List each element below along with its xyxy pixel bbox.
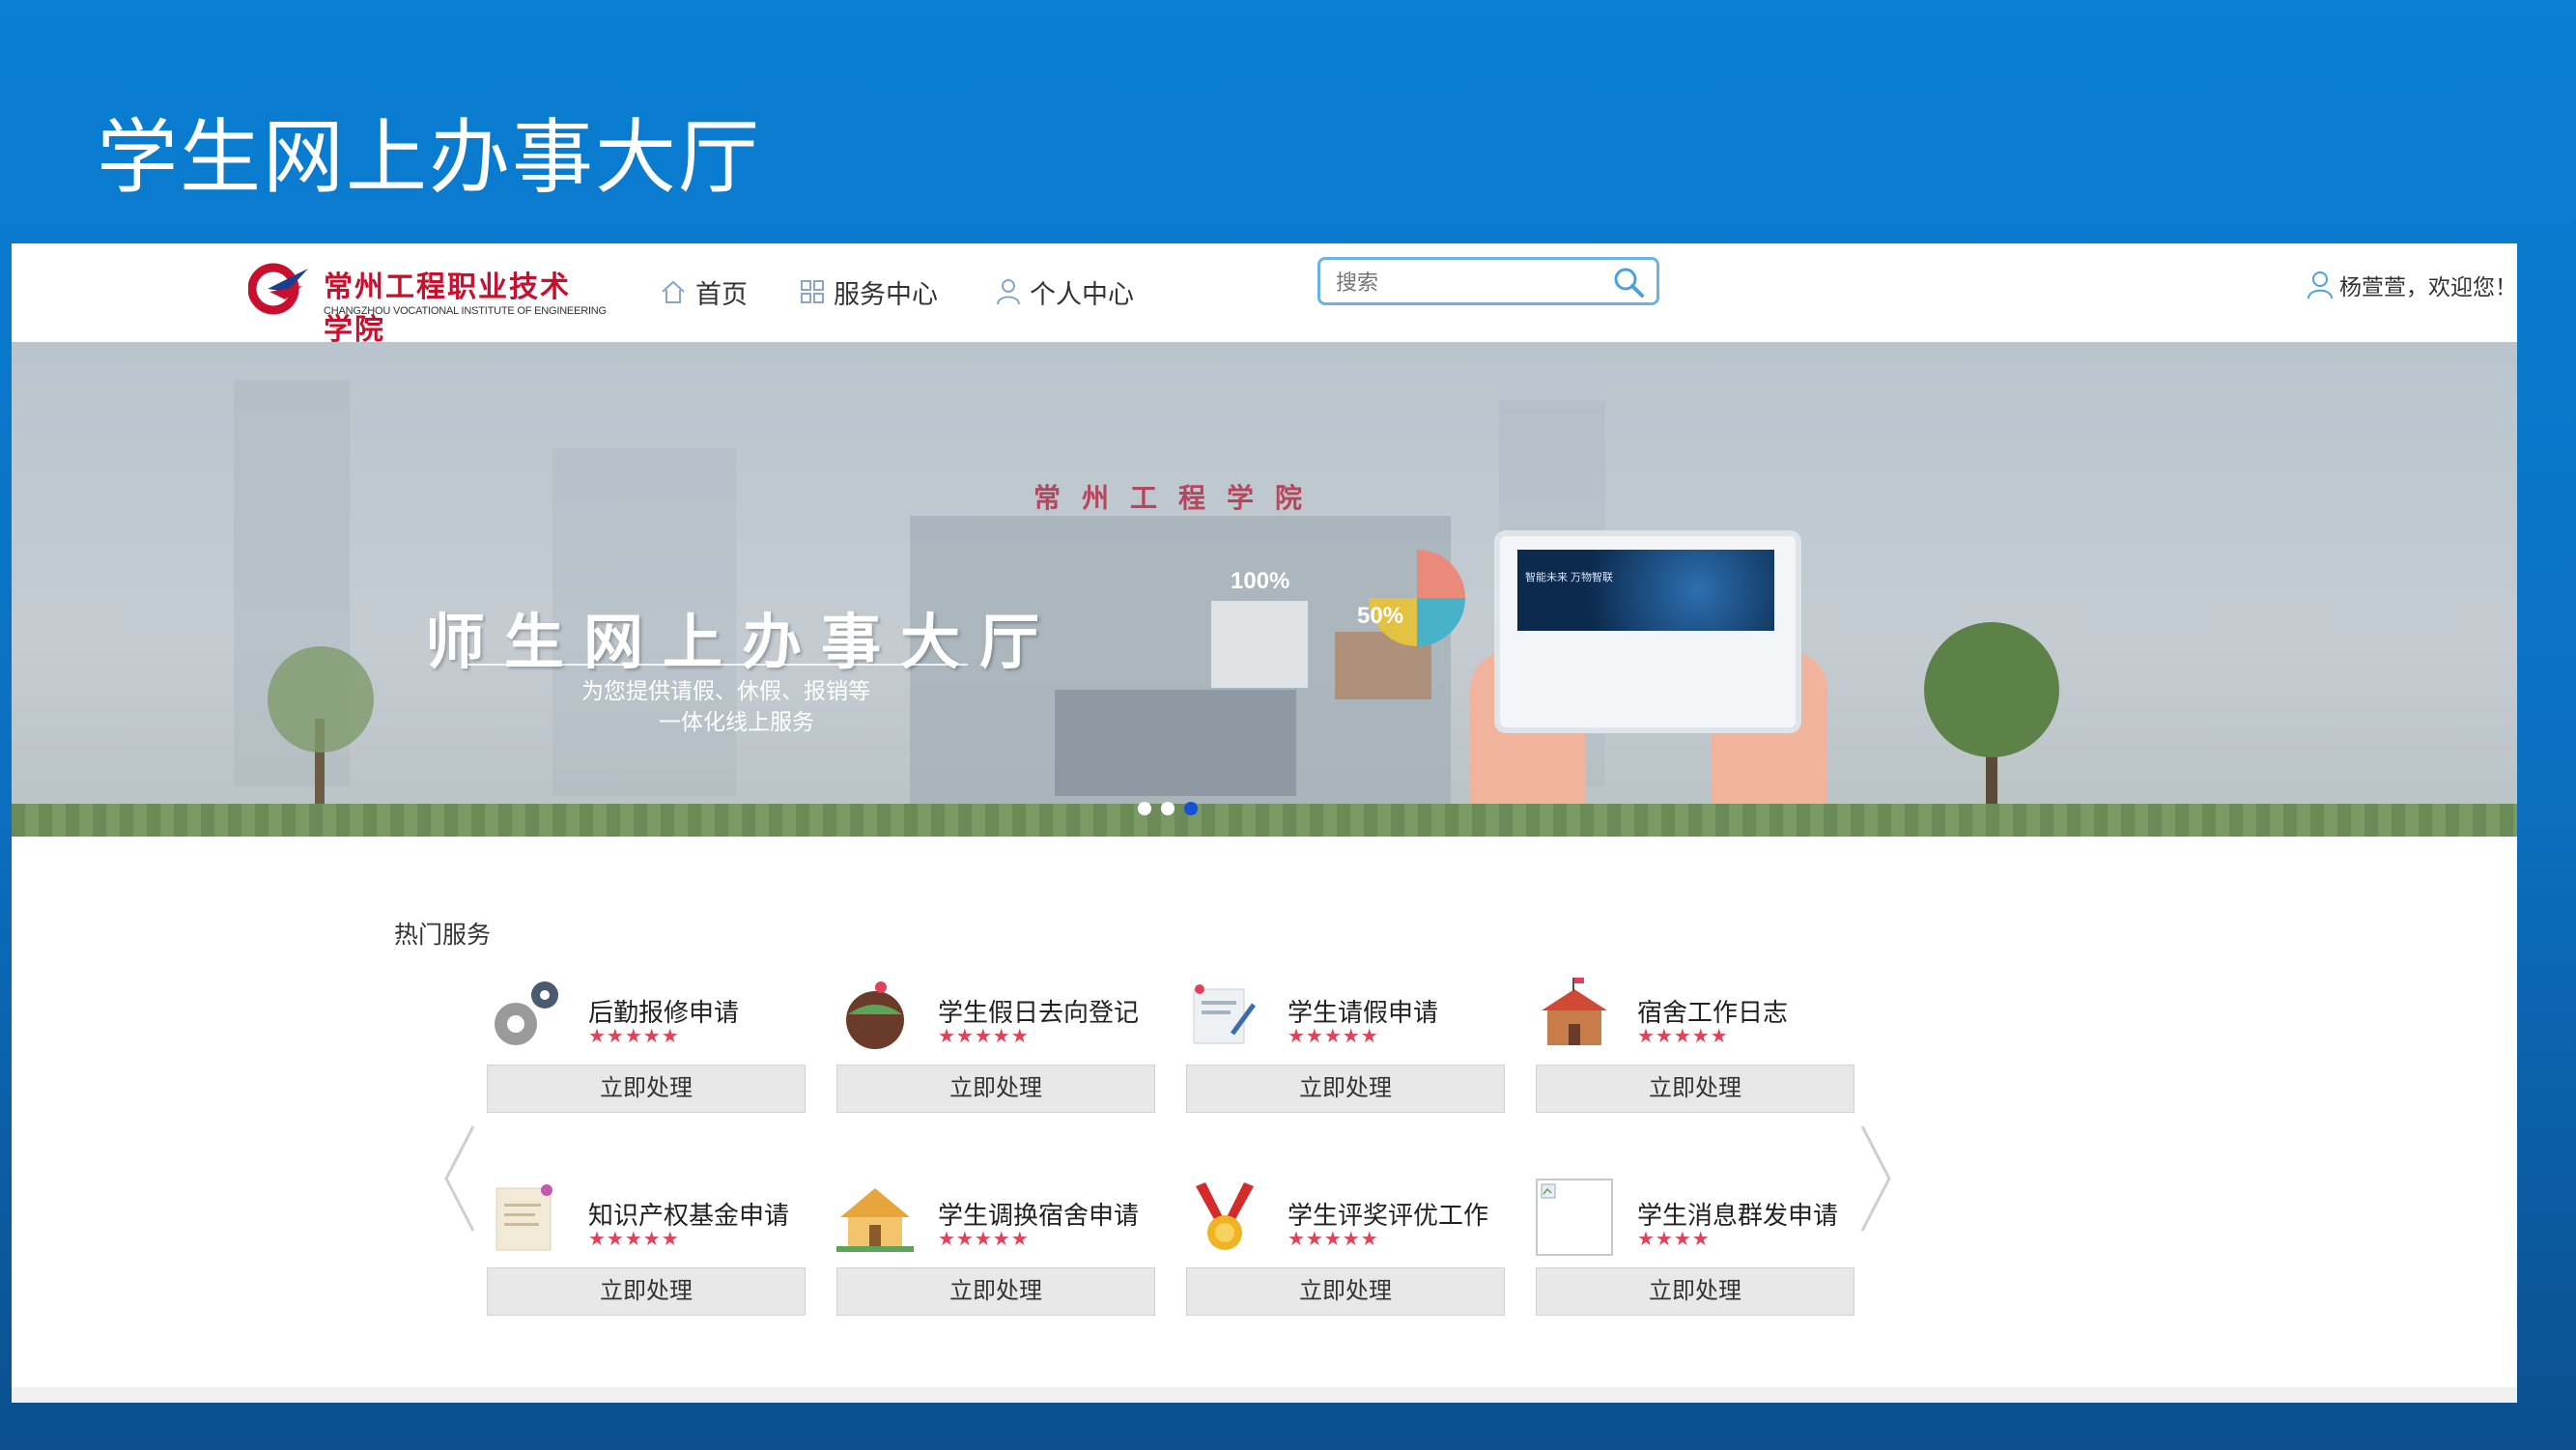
nav-home[interactable]: 首页 <box>659 269 748 315</box>
school-house-icon <box>1542 978 1607 1045</box>
user-icon <box>997 279 1020 305</box>
service-card: 知识产权基金申请 ★★★★★ 立即处理 <box>487 1179 806 1323</box>
carousel-dot-2[interactable] <box>1161 802 1175 815</box>
user-greeting-text: 杨萱萱，欢迎您！ <box>2339 274 2517 299</box>
globe-icon <box>846 981 904 1049</box>
home-icon <box>662 280 685 303</box>
hero-banner: 常州工程学院 师生网上办事大厅 为您提供请假、休假、报销等 一体化线上服务 10… <box>12 342 2517 837</box>
service-card: 学生消息群发申请 ★★★★ 立即处理 <box>1536 1179 1854 1323</box>
banner-school-name: 常州工程学院 <box>1033 482 1324 514</box>
campus-building-base <box>1055 690 1296 796</box>
rating-stars: ★★★★★ <box>938 1229 1030 1250</box>
banner-divider <box>466 664 968 666</box>
process-now-button[interactable]: 立即处理 <box>836 1065 1155 1113</box>
search-input[interactable] <box>1334 266 1599 300</box>
process-now-button[interactable]: 立即处理 <box>487 1065 806 1113</box>
banner-subline-2: 一体化线上服务 <box>659 709 814 734</box>
rating-stars: ★★★★★ <box>1288 1026 1379 1047</box>
stat-100: 100% <box>1231 568 1290 594</box>
rating-stars: ★★★★★ <box>1637 1026 1729 1047</box>
carousel-dot-3[interactable] <box>1184 802 1198 815</box>
nav-service-center[interactable]: 服务中心 <box>799 269 938 315</box>
stat-50: 50% <box>1357 603 1404 629</box>
process-now-button[interactable]: 立即处理 <box>1536 1267 1854 1316</box>
document-pen-icon <box>1193 984 1257 1044</box>
rating-stars: ★★★★★ <box>938 1026 1030 1047</box>
grid-icon <box>801 280 824 303</box>
nav-home-label: 首页 <box>695 279 748 309</box>
process-now-button[interactable]: 立即处理 <box>1536 1065 1854 1113</box>
banner-subline-1: 为您提供请假、休假、报销等 <box>581 678 870 703</box>
nav-personal-center[interactable]: 个人中心 <box>995 269 1134 315</box>
tablet-screen: 智能未来 万物智联 <box>1517 550 1774 631</box>
rating-stars: ★★★★★ <box>588 1026 680 1047</box>
hot-services-title: 热门服务 <box>394 922 492 949</box>
process-now-button[interactable]: 立即处理 <box>1186 1267 1505 1316</box>
process-now-button[interactable]: 立即处理 <box>1186 1065 1505 1113</box>
service-card: 学生评奖评优工作 ★★★★★ 立即处理 <box>1186 1179 1505 1323</box>
nav-personal-label: 个人中心 <box>1030 279 1134 309</box>
broken-image-icon <box>1536 1179 1613 1256</box>
user-icon <box>2307 271 2333 299</box>
service-card: 宿舍工作日志 ★★★★★ 立即处理 <box>1536 976 1854 1121</box>
house-icon <box>836 1188 914 1252</box>
service-card: 后勤报修申请 ★★★★★ 立即处理 <box>487 976 806 1121</box>
bar-cube-icon <box>1211 601 1308 688</box>
note-icon <box>495 1184 552 1251</box>
rating-stars: ★★★★★ <box>588 1229 680 1250</box>
process-now-button[interactable]: 立即处理 <box>487 1267 806 1316</box>
service-card: 学生请假申请 ★★★★★ 立即处理 <box>1186 976 1505 1121</box>
banner-headline: 师生网上办事大厅 <box>425 607 1060 677</box>
school-emblem-icon <box>248 263 308 315</box>
medal-icon <box>1196 1182 1254 1250</box>
tablet-caption: 智能未来 万物智联 <box>1525 572 1614 583</box>
tree-icon <box>1924 622 2059 806</box>
user-greeting[interactable]: 杨萱萱，欢迎您！ <box>2307 269 2517 301</box>
banner-grass <box>12 804 2517 837</box>
top-navigation-bar: 常州工程职业技术学院 CHANGZHOU VOCATIONAL INSTITUT… <box>12 243 2517 347</box>
process-now-button[interactable]: 立即处理 <box>836 1267 1155 1316</box>
browser-screenshot: 常州工程职业技术学院 CHANGZHOU VOCATIONAL INSTITUT… <box>12 243 2517 1403</box>
service-card: 学生调换宿舍申请 ★★★★★ 立即处理 <box>836 1179 1155 1323</box>
tablet-illustration: 智能未来 万物智联 <box>1494 530 1801 733</box>
carousel-next-arrow-icon[interactable] <box>1856 1121 1895 1237</box>
carousel-dot-1[interactable] <box>1138 802 1151 815</box>
carousel-prev-arrow-icon[interactable] <box>440 1121 479 1237</box>
nav-service-label: 服务中心 <box>834 279 938 309</box>
search-box[interactable] <box>1317 257 1659 305</box>
service-card: 学生假日去向登记 ★★★★★ 立即处理 <box>836 976 1155 1121</box>
rating-stars: ★★★★ <box>1637 1229 1711 1250</box>
rating-stars: ★★★★★ <box>1288 1229 1379 1250</box>
logo-english-name: CHANGZHOU VOCATIONAL INSTITUTE OF ENGINE… <box>324 305 607 317</box>
pie-chart-icon <box>1369 550 1465 646</box>
school-logo[interactable]: 常州工程职业技术学院 CHANGZHOU VOCATIONAL INSTITUT… <box>248 257 607 347</box>
tree-icon <box>268 646 374 806</box>
page-footer-strip <box>12 1387 2517 1403</box>
carousel-indicators <box>1138 802 1198 815</box>
slide-title: 学生网上办事大厅 <box>97 110 762 205</box>
gear-icon <box>495 981 558 1045</box>
search-icon[interactable] <box>1612 266 1645 299</box>
